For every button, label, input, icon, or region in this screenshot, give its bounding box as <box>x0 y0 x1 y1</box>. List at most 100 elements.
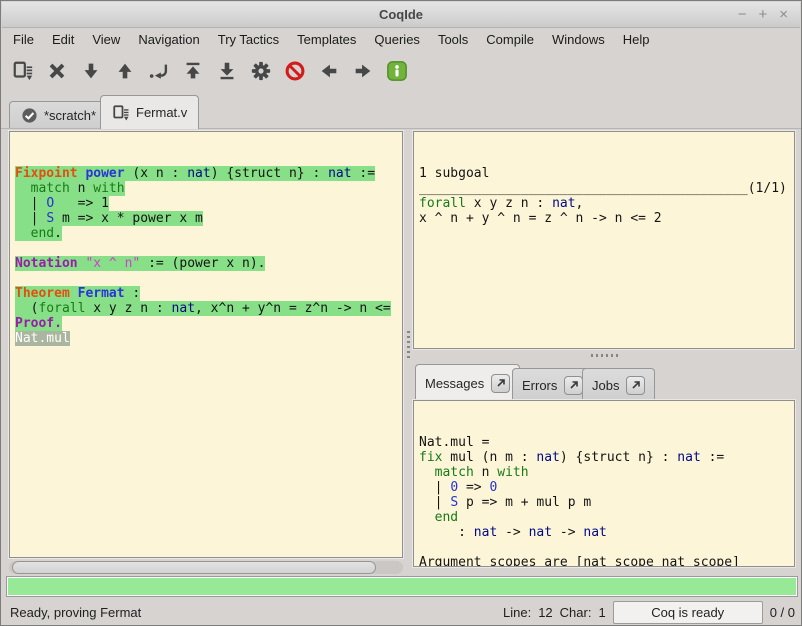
restart-button[interactable] <box>176 54 210 88</box>
detach-jobs-button[interactable] <box>626 376 645 395</box>
arrow-left-icon <box>318 60 340 82</box>
interrupt-button[interactable] <box>278 54 312 88</box>
progress-fill <box>8 578 796 595</box>
code-line: Proof. <box>15 316 402 331</box>
toolbar <box>6 51 414 91</box>
menu-item-edit[interactable]: Edit <box>43 30 83 49</box>
code-line: | O => 1 <box>15 196 402 211</box>
code-line <box>15 271 402 286</box>
detach-messages-button[interactable] <box>491 374 510 393</box>
minimize-button[interactable]: − <box>738 7 747 22</box>
tab-scratch-label: *scratch* <box>44 108 96 123</box>
tab-fermat-label: Fermat.v <box>136 105 187 120</box>
detach-errors-button[interactable] <box>564 376 583 395</box>
detach-arrow-icon <box>569 380 579 390</box>
vertical-splitter[interactable] <box>404 131 412 558</box>
code-line: Theorem Fermat : <box>15 286 402 301</box>
arrow-up-icon <box>114 60 136 82</box>
coq-state: Coq is ready <box>613 601 763 624</box>
script-editor-content: Fixpoint power (x n : nat) {struct n} : … <box>15 166 402 346</box>
code-line: | 0 => 0 <box>419 480 794 495</box>
menu-item-view[interactable]: View <box>83 30 129 49</box>
go-to-end-icon <box>216 60 238 82</box>
progress-bar <box>6 576 798 597</box>
title-bar[interactable]: CoqIde − + × <box>2 2 800 28</box>
status-right: Line: 12 Char: 1 Coq is ready 0 / 0 <box>503 599 795 626</box>
horizontal-splitter[interactable] <box>413 350 795 361</box>
coqide-window: CoqIde − + × FileEditViewNavigationTry T… <box>0 0 802 626</box>
messages-panel[interactable]: Nat.mul =fix mul (n m : nat) {struct n} … <box>413 400 795 567</box>
window-title: CoqIde <box>2 2 800 27</box>
tab-messages-label: Messages <box>425 376 484 391</box>
code-line: (forall x y z n : nat, x^n + y^n = z^n -… <box>15 301 402 316</box>
menu-item-file[interactable]: File <box>4 30 43 49</box>
save-button[interactable] <box>6 54 40 88</box>
go-to-end-button[interactable] <box>210 54 244 88</box>
detach-arrow-icon <box>496 378 506 388</box>
char-value: 1 <box>598 605 605 620</box>
info-icon <box>386 60 408 82</box>
line-value: 12 <box>538 605 552 620</box>
status-bar: Ready, proving Fermat Line: 12 Char: 1 C… <box>1 599 802 626</box>
menu-item-navigation[interactable]: Navigation <box>129 30 208 49</box>
arrow-right-icon <box>352 60 374 82</box>
code-line: Notation "x ^ n" := (power x n). <box>15 256 402 271</box>
code-line: end <box>419 510 794 525</box>
menu-item-try-tactics[interactable]: Try Tactics <box>209 30 288 49</box>
save-icon <box>112 104 130 122</box>
save-icon <box>12 60 34 82</box>
go-to-cursor-button[interactable] <box>142 54 176 88</box>
arrow-down-icon <box>80 60 102 82</box>
scrollbar-thumb[interactable] <box>12 561 376 574</box>
menu-item-tools[interactable]: Tools <box>429 30 477 49</box>
window-controls: − + × <box>738 2 788 27</box>
menu-bar: FileEditViewNavigationTry TacticsTemplat… <box>4 29 658 50</box>
menu-item-queries[interactable]: Queries <box>365 30 429 49</box>
goal-panel[interactable]: 1 subgoal_______________________________… <box>413 131 795 349</box>
goal-counter: 0 / 0 <box>770 605 795 620</box>
code-line: Argument scopes are [nat_scope nat_scope… <box>419 555 794 567</box>
code-line <box>15 241 402 256</box>
code-line: 1 subgoal <box>419 166 794 181</box>
menu-item-templates[interactable]: Templates <box>288 30 365 49</box>
code-line: match n with <box>419 465 794 480</box>
code-line: : nat -> nat -> nat <box>419 525 794 540</box>
tab-messages[interactable]: Messages <box>415 364 520 401</box>
code-line: x ^ n + y ^ n = z ^ n -> n <= 2 <box>419 211 794 226</box>
fully-check-button[interactable] <box>244 54 278 88</box>
backward-one-command-button[interactable] <box>108 54 142 88</box>
tab-jobs-label: Jobs <box>592 378 619 393</box>
code-line: Nat.mul = <box>419 435 794 450</box>
menu-item-help[interactable]: Help <box>614 30 659 49</box>
tab-fermat[interactable]: Fermat.v <box>100 95 199 129</box>
code-line: forall x y z n : nat, <box>419 196 794 211</box>
splitter-handle-icon <box>407 331 410 358</box>
code-line: ________________________________________… <box>419 181 794 196</box>
code-line: Nat.mul <box>15 331 402 346</box>
menu-item-compile[interactable]: Compile <box>477 30 543 49</box>
close-buffer-button[interactable] <box>40 54 74 88</box>
char-label: Char: <box>560 605 592 620</box>
tab-scratch[interactable]: *scratch* <box>9 101 108 128</box>
splitter-handle-icon <box>591 354 618 357</box>
go-to-start-icon <box>182 60 204 82</box>
previous-button[interactable] <box>312 54 346 88</box>
code-line: | S p => m + mul p m <box>419 495 794 510</box>
next-button[interactable] <box>346 54 380 88</box>
menu-item-windows[interactable]: Windows <box>543 30 614 49</box>
close-icon <box>46 60 68 82</box>
status-text: Ready, proving Fermat <box>10 599 141 626</box>
forward-one-command-button[interactable] <box>74 54 108 88</box>
code-line <box>419 540 794 555</box>
about-button[interactable] <box>380 54 414 88</box>
tab-jobs[interactable]: Jobs <box>582 368 655 401</box>
script-editor[interactable]: Fixpoint power (x n : nat) {struct n} : … <box>9 131 403 558</box>
code-line: | S m => x * power x m <box>15 211 402 226</box>
code-line: end. <box>15 226 402 241</box>
maximize-button[interactable]: + <box>758 7 767 22</box>
tab-errors-label: Errors <box>522 378 557 393</box>
editor-h-scrollbar[interactable] <box>9 561 403 574</box>
close-button[interactable]: × <box>779 7 788 22</box>
check-icon <box>21 107 38 124</box>
code-line: Fixpoint power (x n : nat) {struct n} : … <box>15 166 402 181</box>
